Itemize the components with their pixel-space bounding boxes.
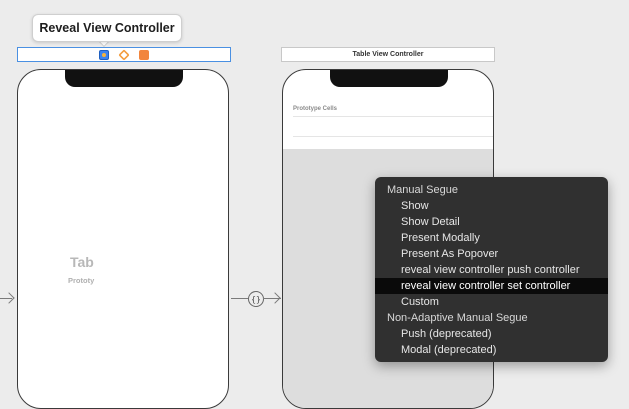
menu-item-show[interactable]: Show (375, 198, 608, 214)
device-notch (65, 70, 183, 87)
incoming-arrow-icon (3, 292, 15, 304)
menu-header-manual-segue: Manual Segue (387, 184, 458, 196)
menu-item-push-deprecated[interactable]: Push (deprecated) (375, 326, 608, 342)
exit-icon[interactable] (139, 49, 149, 60)
tooltip-text: Reveal View Controller (39, 21, 175, 35)
menu-item-show-detail[interactable]: Show Detail (375, 214, 608, 230)
reveal-view-controller-scene[interactable] (17, 69, 229, 409)
device-notch (330, 70, 448, 87)
menu-item-present-modally[interactable]: Present Modally (375, 230, 608, 246)
prototype-content-label: Prototy (68, 276, 95, 285)
segue-arrow-icon (269, 292, 281, 304)
view-controller-icon[interactable] (99, 49, 109, 60)
menu-item-reveal-set[interactable]: reveal view controller set controller (375, 278, 608, 294)
menu-header-non-adaptive: Non-Adaptive Manual Segue (387, 312, 528, 324)
segue-line (231, 298, 248, 299)
cell-divider (293, 136, 493, 137)
menu-item-reveal-push[interactable]: reveal view controller push controller (375, 262, 608, 278)
reveal-view-controller-dock[interactable] (17, 47, 231, 62)
segue-icon[interactable]: {} (248, 291, 264, 307)
segue-context-menu[interactable]: Manual Segue Show Show Detail Present Mo… (375, 177, 608, 362)
table-view-controller-dock[interactable]: Table View Controller (281, 47, 495, 62)
cell-divider (293, 116, 493, 117)
menu-item-custom[interactable]: Custom (375, 294, 608, 310)
menu-item-modal-deprecated[interactable]: Modal (deprecated) (375, 342, 608, 358)
tooltip: Reveal View Controller (32, 14, 182, 42)
scene-title: Table View Controller (352, 51, 424, 58)
table-view-label: Tab (70, 254, 94, 270)
prototype-cells-label: Prototype Cells (293, 106, 338, 112)
first-responder-icon[interactable] (118, 48, 130, 61)
menu-item-present-as-popover[interactable]: Present As Popover (375, 246, 608, 262)
